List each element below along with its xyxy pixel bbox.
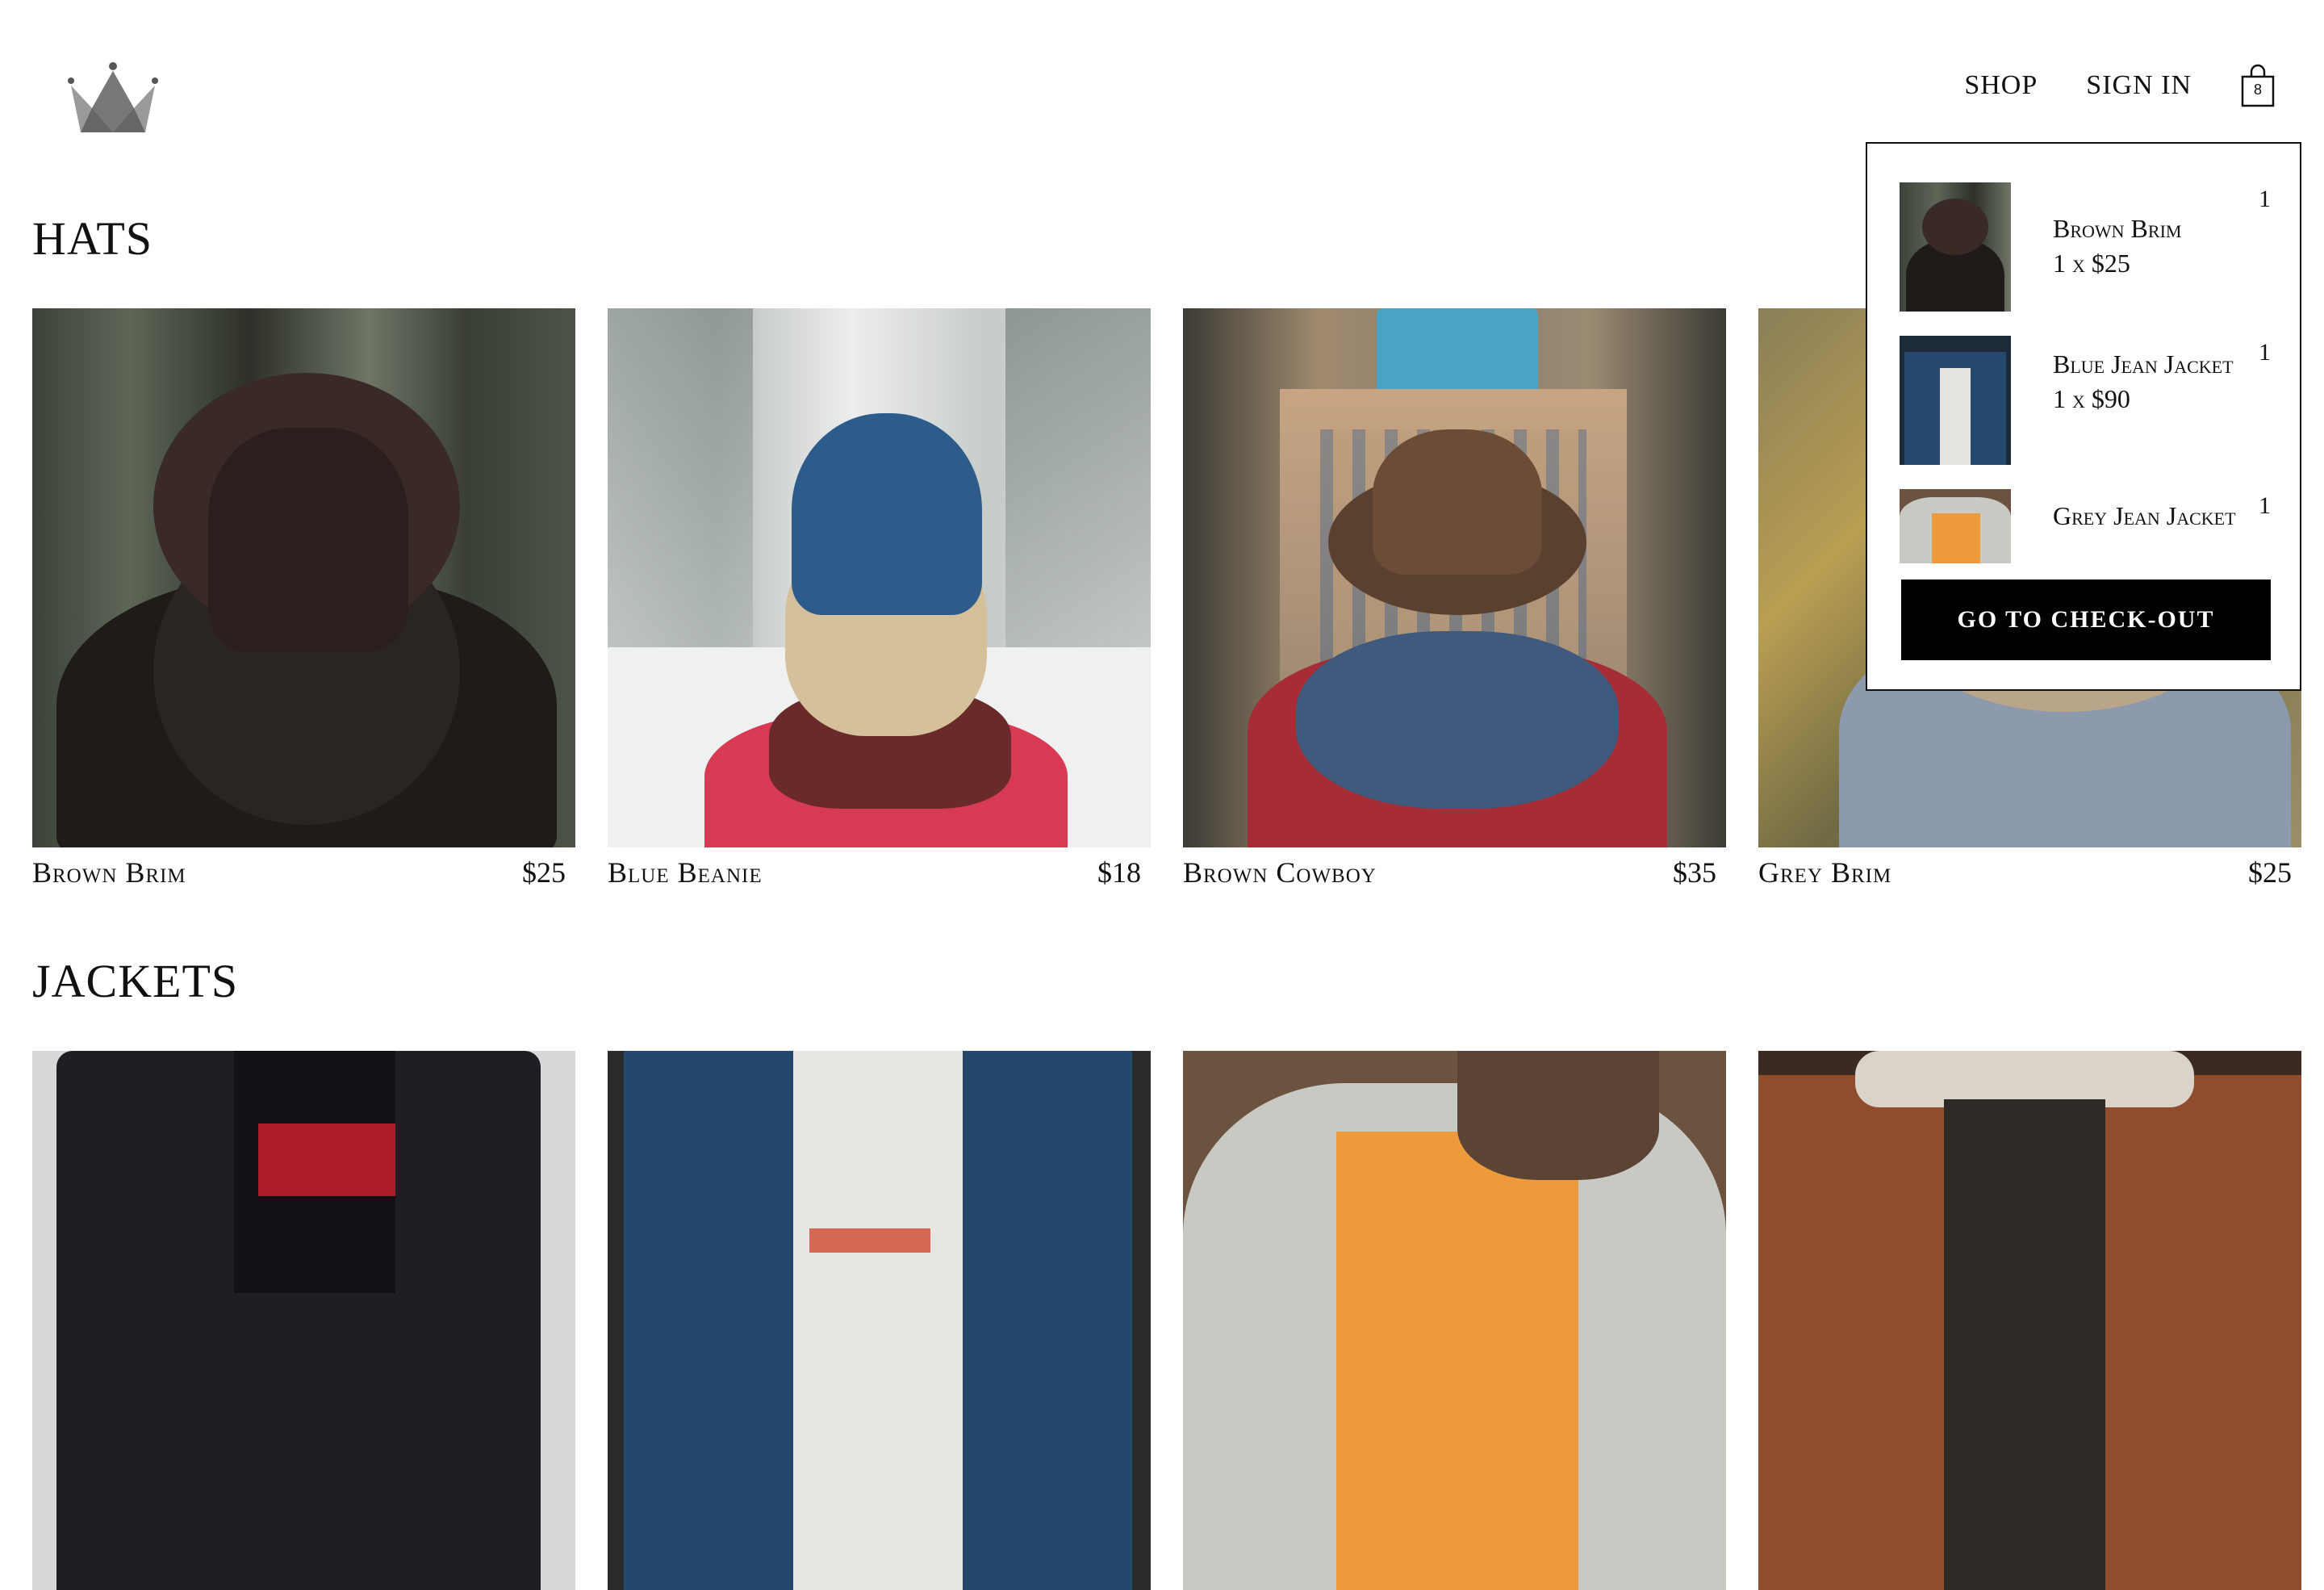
product-footer: Brown Brim $25	[32, 856, 575, 889]
cart-item: Blue Jean Jacket 1 x $90 1	[1900, 336, 2271, 489]
product-name: Blue Beanie	[608, 856, 763, 889]
cart-dropdown: Brown Brim 1 x $25 1 Blue Jean Jacket 1 …	[1866, 142, 2301, 691]
product-image[interactable]	[608, 308, 1151, 847]
checkout-button[interactable]: GO TO CHECK-OUT	[1901, 580, 2271, 660]
cart-count-badge: 8	[2253, 82, 2262, 98]
product-price: $25	[2248, 856, 2292, 889]
product-card[interactable]	[1758, 1051, 2301, 1590]
cart-item-quantity[interactable]: 1	[2255, 182, 2271, 336]
product-price: $18	[1097, 856, 1141, 889]
product-card[interactable]	[608, 1051, 1151, 1590]
cart-item-quantity[interactable]: 1	[2255, 336, 2271, 489]
product-card[interactable]: Blue Beanie $18	[608, 308, 1151, 889]
cart-button[interactable]: 8	[2240, 64, 2276, 107]
product-footer: Brown Cowboy $35	[1183, 856, 1726, 889]
cart-item-image	[1900, 336, 2011, 465]
nav-shop-link[interactable]: SHOP	[1964, 70, 2038, 101]
cart-item-image	[1900, 182, 2011, 312]
product-image[interactable]	[608, 1051, 1151, 1590]
product-image[interactable]	[32, 308, 575, 847]
product-price: $25	[522, 856, 566, 889]
section-title-hats[interactable]: HATS	[32, 211, 153, 266]
product-card[interactable]	[32, 1051, 575, 1590]
cart-item-image	[1900, 489, 2011, 563]
crown-icon	[68, 62, 158, 132]
product-image[interactable]	[1183, 308, 1726, 847]
product-price: $35	[1673, 856, 1716, 889]
product-image[interactable]	[1183, 1051, 1726, 1590]
cart-item-info: Brown Brim 1 x $25	[2011, 182, 2255, 336]
product-card[interactable]: Brown Brim $25	[32, 308, 575, 889]
product-image[interactable]	[32, 1051, 575, 1590]
product-name: Brown Cowboy	[1183, 856, 1377, 889]
product-image[interactable]	[1758, 1051, 2301, 1590]
product-name: Brown Brim	[32, 856, 186, 889]
cart-item-info: Blue Jean Jacket 1 x $90	[2011, 336, 2255, 489]
main-nav: SHOP SIGN IN 8	[1964, 63, 2276, 108]
product-footer: Grey Brim $25	[1758, 856, 2301, 889]
cart-item-name: Blue Jean Jacket	[2053, 349, 2234, 379]
nav-sign-in-link[interactable]: SIGN IN	[2086, 70, 2192, 101]
cart-item-summary: 1 x $25	[2053, 249, 2130, 278]
product-name: Grey Brim	[1758, 856, 1892, 889]
product-card[interactable]	[1183, 1051, 1726, 1590]
cart-item-name: Brown Brim	[2053, 214, 2182, 243]
jackets-grid	[32, 1051, 2301, 1590]
product-card[interactable]: Brown Cowboy $35	[1183, 308, 1726, 889]
product-footer: Blue Beanie $18	[608, 856, 1151, 889]
cart-item: Brown Brim 1 x $25 1	[1900, 182, 2271, 336]
section-title-jackets[interactable]: JACKETS	[32, 954, 238, 1008]
cart-item-name: Grey Jean Jacket	[2053, 501, 2236, 530]
crown-logo[interactable]	[65, 61, 161, 136]
cart-item-summary: 1 x $90	[2053, 384, 2130, 413]
